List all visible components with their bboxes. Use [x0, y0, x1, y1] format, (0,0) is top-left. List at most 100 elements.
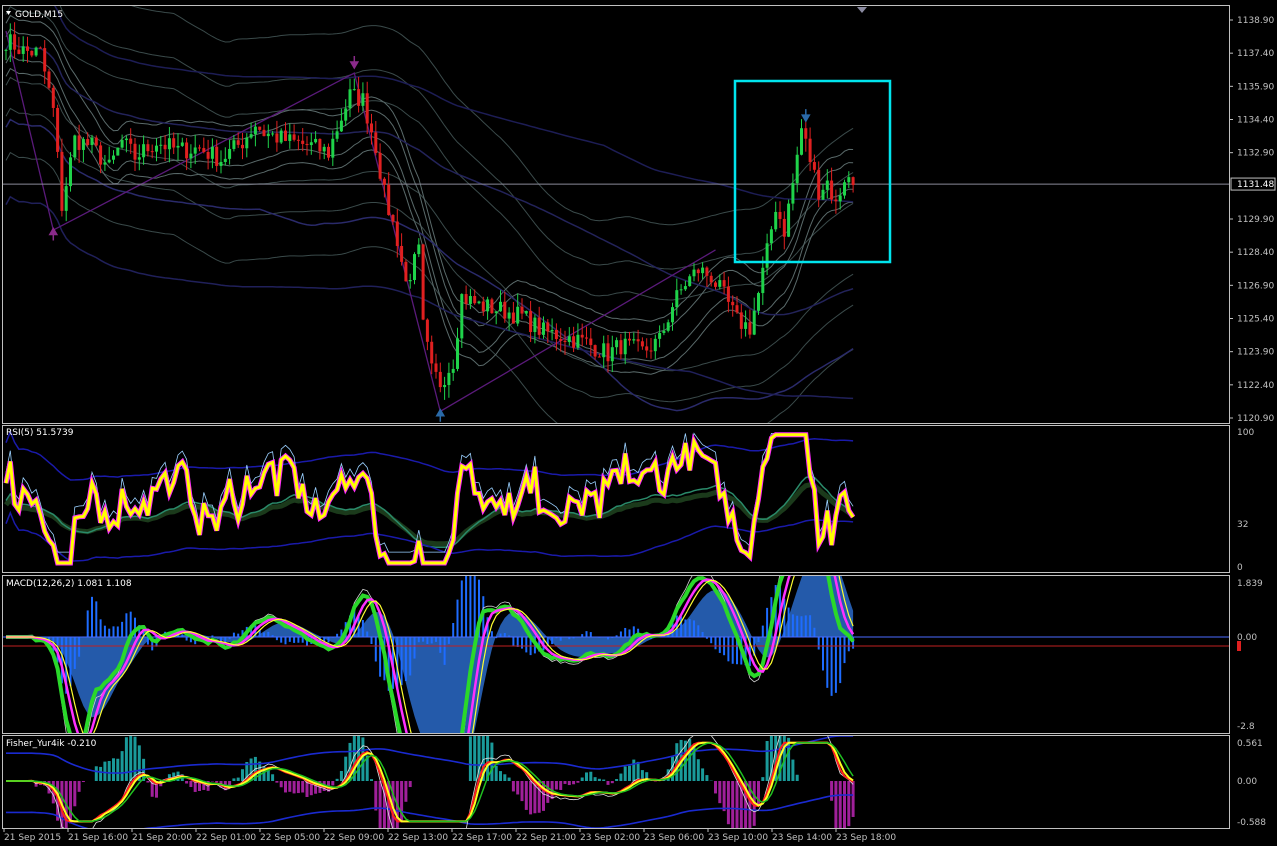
- rsi-tick-label: 0: [1237, 563, 1243, 573]
- candle-body: [137, 157, 141, 160]
- candle-body: [481, 301, 485, 312]
- candle-body: [387, 184, 391, 215]
- candle-body: [142, 144, 146, 158]
- candle-body: [511, 312, 515, 324]
- candle-body: [249, 134, 253, 138]
- candle-body: [318, 138, 322, 152]
- price-tick-label: 1135.90: [1237, 82, 1274, 92]
- candle-body: [490, 299, 494, 314]
- candle-body: [671, 307, 674, 323]
- candle-body: [563, 340, 567, 342]
- candle-body: [361, 93, 365, 106]
- candle-body: [327, 146, 330, 158]
- candle-body: [77, 135, 81, 150]
- candle-body: [56, 107, 60, 152]
- candle-body: [473, 296, 477, 304]
- candle-body: [739, 312, 743, 329]
- candle-body: [546, 322, 550, 332]
- candle-body: [202, 148, 206, 153]
- candle-body: [275, 133, 279, 143]
- candle-body: [112, 155, 115, 160]
- candle-body: [516, 306, 520, 324]
- candle-body: [812, 162, 816, 170]
- chart-shift-icon[interactable]: [857, 7, 867, 13]
- time-tick-label: 23 Sep 10:00: [708, 833, 768, 843]
- candle-body: [339, 120, 343, 132]
- candle-body: [404, 261, 408, 282]
- candle-body: [735, 305, 739, 313]
- candle-body: [838, 195, 842, 202]
- candle-body: [314, 138, 318, 143]
- candle-body: [150, 151, 154, 153]
- candle-body: [180, 142, 184, 146]
- candle-body: [464, 294, 468, 304]
- time-tick-label: 23 Sep 14:00: [772, 833, 832, 843]
- candle-body: [542, 322, 545, 335]
- candle-body: [129, 138, 133, 144]
- time-tick-label: 22 Sep 05:00: [260, 833, 320, 843]
- candle-body: [550, 329, 554, 332]
- fractal-arrow-up-icon: [48, 226, 59, 241]
- candle-body: [395, 221, 399, 246]
- rsi-tick-label: 100: [1237, 428, 1254, 438]
- candle-body: [778, 211, 782, 219]
- trading-chart[interactable]: 1138.90 1137.40 1135.90 1134.40 1132.90 1131.…: [0, 0, 1277, 846]
- candle-body: [258, 126, 262, 130]
- ma-line-0: [5, 41, 854, 316]
- candle-body: [400, 245, 404, 262]
- time-tick-label: 21 Sep 16:00: [68, 833, 128, 843]
- candle-body: [688, 276, 692, 287]
- candle-body: [228, 148, 232, 159]
- candle-body: [271, 133, 275, 135]
- symbol-title-group: GOLD,M15: [6, 10, 63, 20]
- candle-body: [499, 301, 502, 312]
- candle-body: [456, 338, 459, 369]
- candle-body: [830, 180, 834, 200]
- axes: 1138.90 1137.40 1135.90 1134.40 1132.90 1131.…: [3, 16, 1276, 843]
- candle-body: [348, 89, 352, 109]
- candle-body: [606, 343, 610, 362]
- candle-body: [292, 134, 296, 140]
- candle-body: [679, 289, 683, 291]
- candle-body: [589, 338, 593, 346]
- candle-body: [159, 144, 163, 146]
- time-tick-label: 22 Sep 17:00: [452, 833, 512, 843]
- candle-body: [769, 229, 773, 244]
- candle-body: [486, 299, 490, 312]
- candle-body: [447, 372, 451, 385]
- candle-body: [533, 317, 537, 333]
- candle-body: [69, 157, 72, 187]
- fisher-tick-label: 0.561: [1237, 739, 1263, 749]
- candle-body: [821, 189, 825, 200]
- candle-body: [344, 108, 348, 121]
- candle-body: [296, 139, 300, 141]
- candle-body: [253, 126, 257, 135]
- candle-body: [172, 138, 176, 148]
- main-pane[interactable]: [2, 5, 1230, 424]
- candle-body: [266, 133, 270, 137]
- candle-body: [378, 152, 382, 179]
- time-tick-label: 21 Sep 2015: [4, 833, 61, 843]
- candle-body: [443, 384, 447, 388]
- ma-line-1: [54, 6, 854, 203]
- macd-area: [6, 576, 854, 733]
- rsi-title: RSI(5) 51.5739: [6, 428, 74, 438]
- candle-body: [38, 47, 42, 49]
- candle-body: [103, 162, 107, 165]
- candle-body: [593, 345, 597, 357]
- candle-body: [692, 269, 696, 277]
- candle-body: [352, 89, 356, 91]
- candle-body: [155, 145, 158, 152]
- candle-body: [524, 310, 528, 314]
- candle-body: [554, 329, 558, 340]
- candle-body: [185, 142, 189, 159]
- macd-tick-label: 1.839: [1237, 579, 1263, 589]
- fisher-lower-band: [6, 794, 854, 828]
- candle-body: [288, 134, 292, 141]
- candle-body: [576, 334, 580, 348]
- rsi-pane[interactable]: [2, 425, 1230, 573]
- candle-body: [133, 143, 137, 160]
- candle-body: [206, 152, 210, 159]
- candle-body: [696, 269, 700, 274]
- candle-body: [572, 336, 576, 348]
